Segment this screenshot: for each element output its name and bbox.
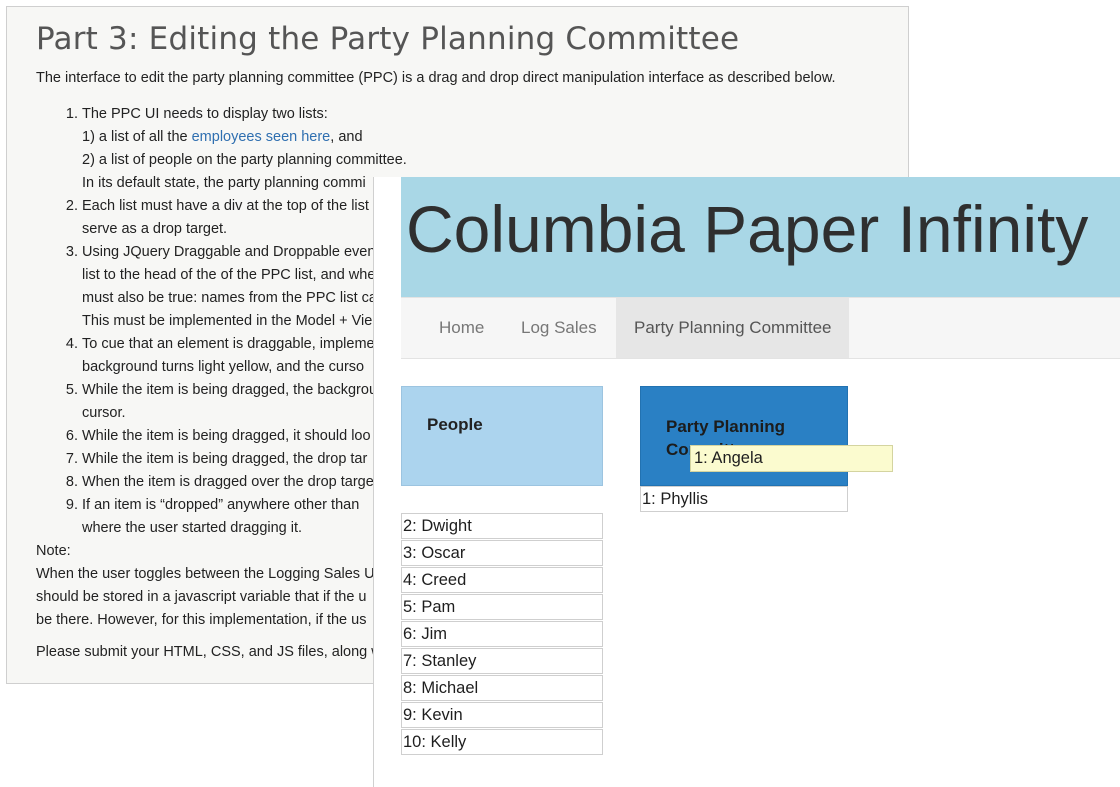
submit-instructions: Please submit your HTML, CSS, and JS fil…	[36, 644, 382, 660]
requirement-item: To cue that an element is draggable, imp…	[82, 333, 407, 379]
note-line: should be stored in a javascript variabl…	[36, 589, 367, 605]
list-item[interactable]: 2: Dwight	[401, 513, 603, 539]
document-title: Part 3: Editing the Party Planning Commi…	[36, 21, 740, 57]
nav-home[interactable]: Home	[421, 298, 502, 358]
list-item[interactable]: 5: Pam	[401, 594, 603, 620]
requirement-item: If an item is “dropped” anywhere other t…	[82, 494, 407, 540]
nav-party-planning-committee[interactable]: Party Planning Committee	[616, 298, 850, 358]
list-item[interactable]: 8: Michael	[401, 675, 603, 701]
requirement-sub-a: 1) a list of all the employees seen here…	[82, 129, 363, 145]
list-item[interactable]: 6: Jim	[401, 621, 603, 647]
requirement-item: While the item is being dragged, it shou…	[82, 425, 407, 448]
app-title: Columbia Paper Infinity	[406, 192, 1089, 266]
note-label: Note:	[36, 543, 71, 559]
dragged-item[interactable]: 1: Angela	[690, 445, 893, 472]
nav-log-sales[interactable]: Log Sales	[503, 298, 615, 358]
ppc-list-item[interactable]: 1: Phyllis	[640, 486, 848, 512]
requirement-item: Each list must have a div at the top of …	[82, 195, 407, 241]
requirement-item: Using JQuery Draggable and Droppable eve…	[82, 241, 407, 333]
employees-link[interactable]: employees seen here	[192, 129, 331, 145]
list-item[interactable]: 9: Kevin	[401, 702, 603, 728]
people-header-label: People	[427, 415, 483, 434]
nav-bar: Home Log Sales Party Planning Committee	[401, 297, 1120, 359]
list-item[interactable]: 10: Kelly	[401, 729, 603, 755]
people-drop-target[interactable]: People	[401, 386, 603, 486]
requirement-item: While the item is being dragged, the bac…	[82, 379, 407, 425]
note-line: be there. However, for this implementati…	[36, 612, 367, 628]
note-line: When the user toggles between the Loggin…	[36, 566, 375, 582]
app-window: Columbia Paper Infinity Home Log Sales P…	[373, 177, 1120, 787]
requirement-item: The PPC UI needs to display two lists: 1…	[82, 103, 407, 195]
requirements-list: The PPC UI needs to display two lists: 1…	[36, 103, 407, 540]
app-banner: Columbia Paper Infinity	[401, 177, 1120, 297]
requirement-item: While the item is being dragged, the dro…	[82, 448, 407, 471]
list-item[interactable]: 4: Creed	[401, 567, 603, 593]
requirement-item: When the item is dragged over the drop t…	[82, 471, 407, 494]
note-section: Note: When the user toggles between the …	[36, 540, 375, 632]
document-intro: The interface to edit the party planning…	[36, 70, 836, 86]
list-item[interactable]: 7: Stanley	[401, 648, 603, 674]
requirement-sub-c: In its default state, the party planning…	[82, 175, 366, 191]
requirement-sub-b: 2) a list of people on the party plannin…	[82, 152, 407, 168]
list-item[interactable]: 3: Oscar	[401, 540, 603, 566]
